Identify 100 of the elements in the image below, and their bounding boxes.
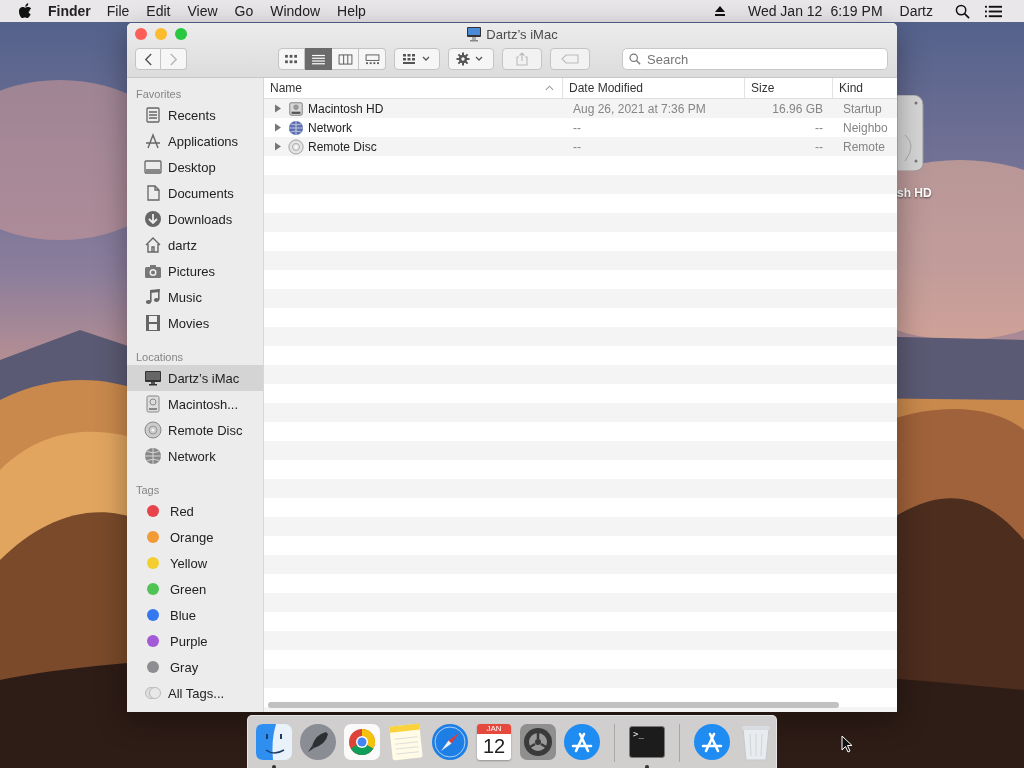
apple-icon[interactable] [18, 3, 32, 19]
sidebar-item[interactable]: Red [127, 498, 263, 524]
gear-icon[interactable] [518, 722, 558, 762]
menu-item[interactable]: Go [234, 3, 254, 19]
gallery-view-button[interactable] [359, 48, 386, 70]
sidebar-item[interactable]: Macintosh... [127, 391, 263, 417]
hard-drive-icon [288, 100, 304, 117]
chevron-right-icon [169, 52, 178, 66]
calendar-icon[interactable]: JAN 12 [477, 724, 511, 760]
menu-user[interactable]: Dartz [899, 3, 933, 19]
smiling-face-icon[interactable] [254, 722, 294, 762]
sidebar-item[interactable]: Remote Disc [127, 417, 263, 443]
gallery-view-icon [364, 53, 380, 65]
table-cell: Remote [843, 139, 886, 154]
terminal-icon[interactable]: >_ [628, 726, 665, 758]
sidebar-item[interactable]: Purple [127, 628, 263, 654]
eject-icon[interactable] [713, 5, 726, 17]
menu-item[interactable]: Help [337, 3, 366, 19]
menu-item[interactable]: View [187, 3, 218, 19]
sidebar-item[interactable]: All Tags... [127, 680, 263, 706]
rocket-icon[interactable] [298, 722, 338, 762]
table-cell: -- [815, 139, 823, 154]
back-button[interactable] [135, 48, 161, 70]
sidebar-item[interactable]: Movies [127, 310, 263, 336]
table-cell: -- [573, 120, 581, 135]
camera-icon [144, 262, 162, 280]
sidebar-item[interactable]: Pictures [127, 258, 263, 284]
sidebar-item[interactable]: Recents [127, 102, 263, 128]
column-header[interactable]: Size [745, 78, 833, 98]
document-stack-icon [144, 106, 162, 124]
calendar-month: JAN [477, 724, 511, 734]
hard-drive-icon [144, 395, 162, 413]
share-icon [516, 52, 528, 66]
menu-app-name[interactable]: Finder [48, 3, 91, 19]
columns-view-button[interactable] [332, 48, 359, 70]
globe-icon [144, 447, 162, 465]
table-cell[interactable]: Macintosh HD [308, 101, 384, 116]
sidebar-item[interactable]: Blue [127, 602, 263, 628]
disclosure-triangle-icon[interactable] [274, 104, 282, 113]
table-cell: 16.96 GB [772, 101, 823, 116]
sidebar-item[interactable]: Music [127, 284, 263, 310]
column-header[interactable]: Name [264, 78, 563, 98]
menu-clock[interactable]: 6:19 PM [830, 3, 883, 19]
list-view-icon [310, 53, 326, 65]
list-icon[interactable] [985, 3, 1002, 19]
columns-view-icon [337, 53, 353, 65]
hard-drive-icon[interactable] [897, 95, 925, 171]
sidebar-section-title: Locations [136, 350, 184, 363]
sidebar-item[interactable]: Downloads [127, 206, 263, 232]
table-cell: -- [815, 120, 823, 135]
list-view-button[interactable] [305, 48, 332, 70]
computer-icon [144, 369, 162, 387]
table-cell: Aug 26, 2021 at 7:36 PM [573, 101, 706, 116]
desktop-icon [144, 158, 162, 176]
sidebar-item[interactable]: Green [127, 576, 263, 602]
horizontal-scrollbar[interactable] [268, 702, 839, 708]
film-icon [144, 314, 162, 332]
pointer-icon [841, 735, 853, 753]
apps-icon[interactable] [562, 722, 602, 762]
sidebar-item[interactable]: Network [127, 443, 263, 469]
group-button[interactable] [394, 48, 440, 70]
music-note-icon [144, 288, 162, 306]
sidebar-item[interactable]: Desktop [127, 154, 263, 180]
sidebar-item[interactable]: Applications [127, 128, 263, 154]
disclosure-triangle-icon[interactable] [274, 142, 282, 151]
icons-view-button[interactable] [278, 48, 305, 70]
close-button[interactable] [135, 28, 147, 40]
disc-icon [288, 138, 304, 155]
action-button[interactable] [448, 48, 494, 70]
terminal-prompt: >_ [632, 729, 645, 739]
house-icon [144, 236, 162, 254]
menu-date[interactable]: Wed Jan 12 [747, 3, 823, 19]
apps-icon[interactable] [691, 722, 732, 762]
table-cell[interactable]: Network [308, 120, 352, 135]
sidebar-item[interactable]: Gray [127, 654, 263, 680]
table-cell[interactable]: Remote Disc [308, 139, 377, 154]
browser-icon[interactable] [342, 722, 382, 762]
window-title: Dartz’s iMac [486, 26, 558, 42]
column-header[interactable]: Kind [833, 78, 897, 98]
table-cell: Startup [843, 101, 882, 116]
sidebar-item[interactable]: dartz [127, 232, 263, 258]
grid-caret-icon [402, 53, 432, 65]
sidebar-item[interactable]: Orange [127, 524, 263, 550]
table-cell: -- [573, 139, 581, 154]
sidebar-item[interactable]: Dartz’s iMac [127, 365, 263, 391]
menu-item[interactable]: File [106, 3, 130, 19]
search-icon[interactable] [954, 3, 971, 19]
sidebar-item[interactable]: Yellow [127, 550, 263, 576]
sidebar-section-title: Tags [136, 483, 160, 496]
disc-icon [144, 421, 162, 439]
search-field[interactable]: Search [622, 48, 888, 70]
globe-icon [288, 119, 304, 136]
menu-item[interactable]: Edit [146, 3, 171, 19]
tags-icon [144, 684, 162, 702]
menu-item[interactable]: Window [270, 3, 321, 19]
sidebar-item[interactable]: Documents [127, 180, 263, 206]
compass-icon[interactable] [430, 722, 470, 762]
download-icon [144, 210, 162, 228]
column-header[interactable]: Date Modified [563, 78, 745, 98]
disclosure-triangle-icon[interactable] [274, 123, 282, 132]
